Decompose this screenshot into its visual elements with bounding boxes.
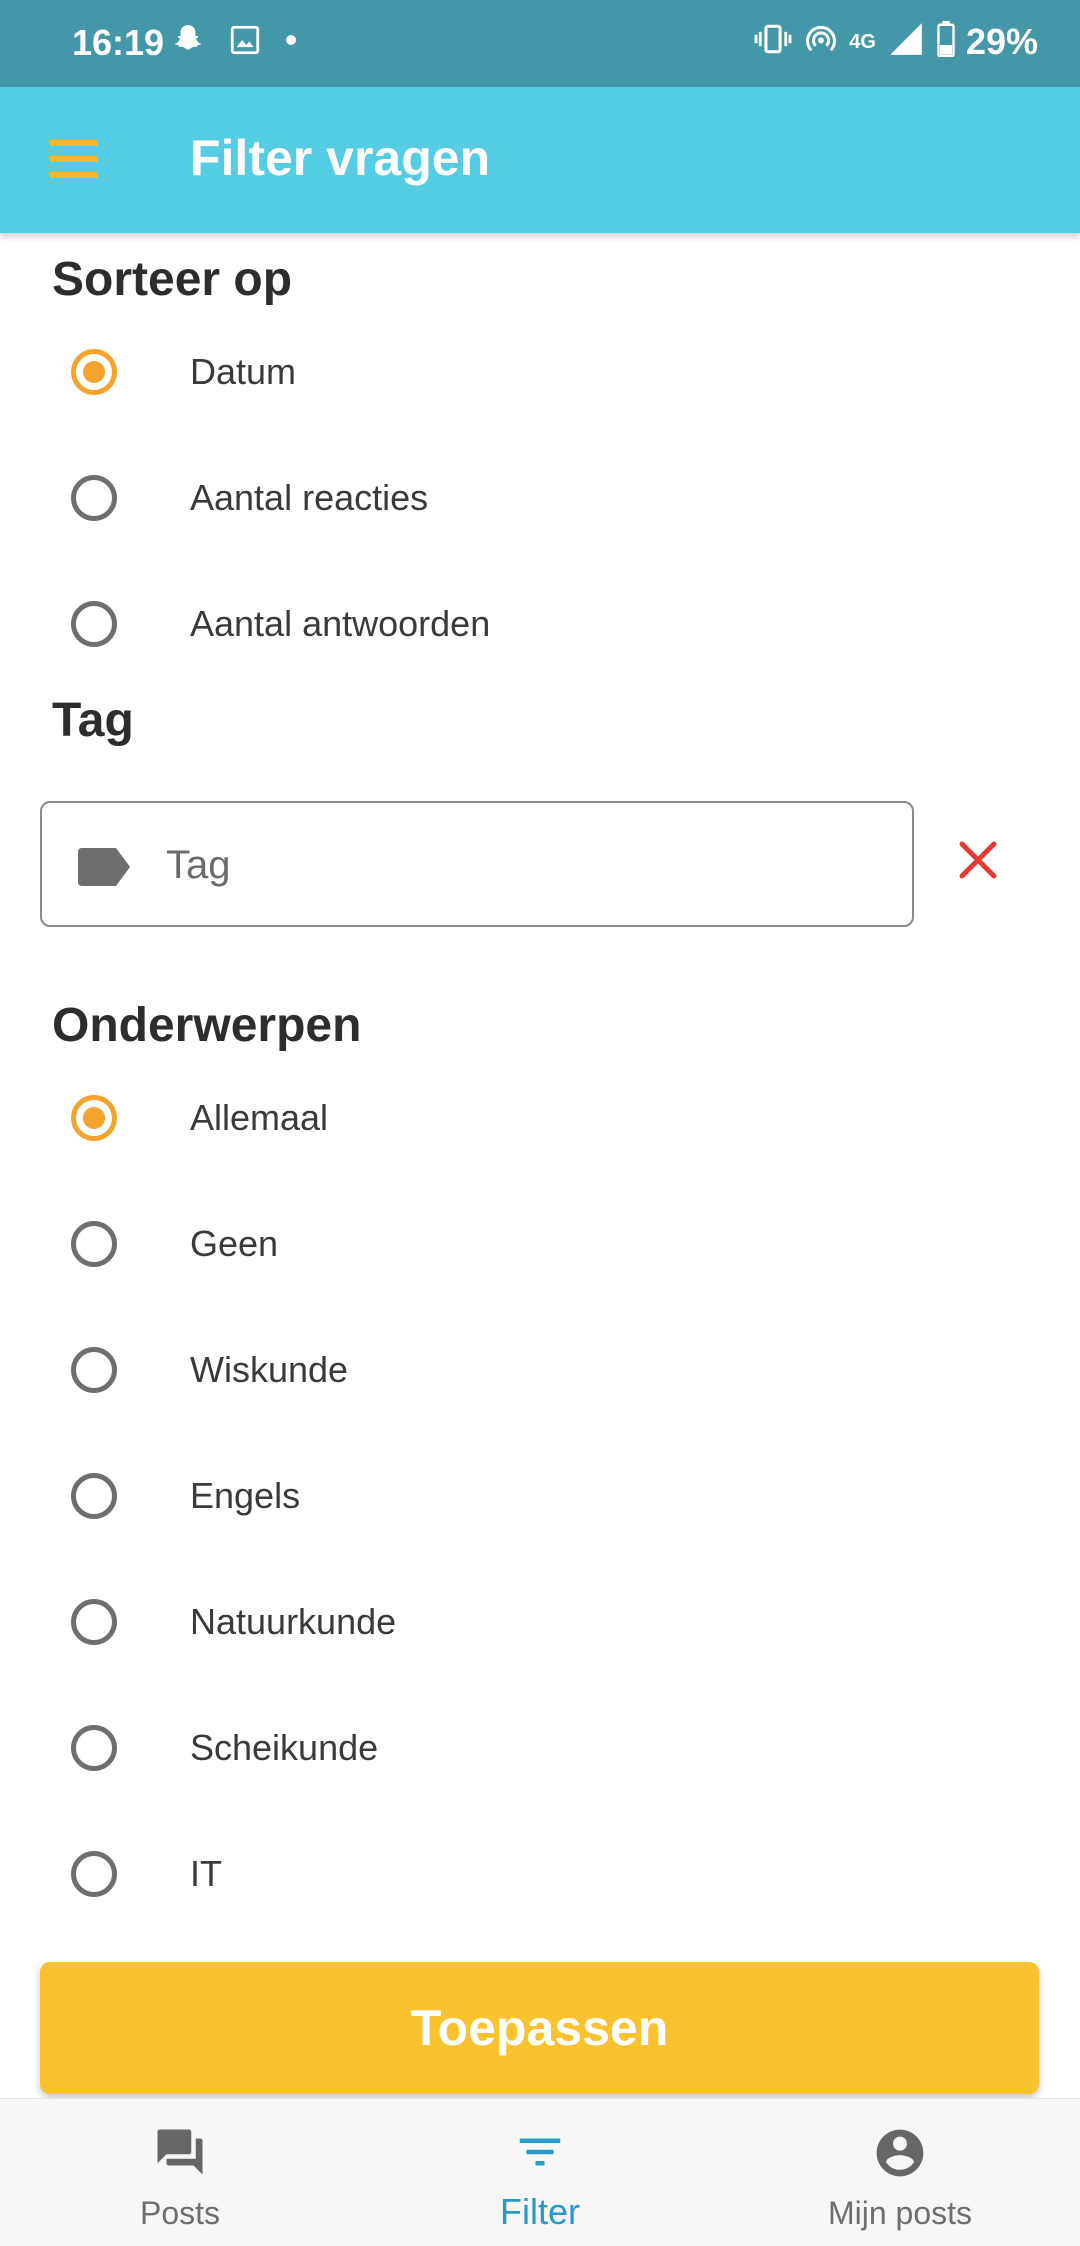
page-title: Filter vragen <box>190 130 491 186</box>
vibrate-icon <box>753 22 793 61</box>
subjects-section-title: Onderwerpen <box>52 999 362 1052</box>
sort-option-datum[interactable]: Datum <box>0 312 1080 432</box>
subject-option-it[interactable]: IT <box>0 1814 1080 1934</box>
system-status: 4G 29% <box>753 20 1038 63</box>
tag-input[interactable] <box>166 833 886 897</box>
nav-label-filter: Filter <box>500 2191 580 2232</box>
nav-item-posts[interactable]: Posts <box>0 2099 360 2246</box>
subject-option-scheikunde[interactable]: Scheikunde <box>0 1688 1080 1808</box>
image-icon <box>228 23 262 62</box>
sort-option-aantal-antwoorden[interactable]: Aantal antwoorden <box>0 564 1080 684</box>
radio-label: Wiskunde <box>190 1349 349 1390</box>
subject-option-natuurkunde[interactable]: Natuurkunde <box>0 1562 1080 1682</box>
clear-tag-button[interactable] <box>948 832 1008 892</box>
radio-button-checked[interactable] <box>71 1095 117 1141</box>
tag-section-title: Tag <box>52 694 134 747</box>
label-tag-icon <box>78 848 130 891</box>
radio-button[interactable] <box>71 475 117 521</box>
apply-button-label: Toepassen <box>410 2000 669 2056</box>
radio-button-checked[interactable] <box>71 349 117 395</box>
radio-button[interactable] <box>71 601 117 647</box>
radio-button[interactable] <box>71 1473 117 1519</box>
radio-label: IT <box>190 1853 222 1894</box>
app-bar: Filter vragen <box>0 87 1080 233</box>
subject-option-wiskunde[interactable]: Wiskunde <box>0 1310 1080 1430</box>
radio-button[interactable] <box>71 1221 117 1267</box>
battery-percentage: 29% <box>965 20 1038 62</box>
account-icon <box>872 2125 928 2186</box>
nav-label-posts: Posts <box>139 2195 221 2231</box>
radio-label: Allemaal <box>190 1097 329 1138</box>
notification-icons <box>170 22 298 63</box>
sort-option-aantal-reacties[interactable]: Aantal reacties <box>0 438 1080 558</box>
radio-label: Geen <box>190 1223 279 1264</box>
dot-icon <box>284 33 298 52</box>
hotspot-icon <box>803 21 839 62</box>
bottom-navigation: Posts Filter Mijn posts <box>0 2098 1080 2246</box>
nav-item-filter[interactable]: Filter <box>360 2099 720 2246</box>
sort-section-title: Sorteer op <box>52 253 293 306</box>
subject-option-geen[interactable]: Geen <box>0 1184 1080 1304</box>
radio-label: Datum <box>190 351 297 392</box>
nav-item-mijn-posts[interactable]: Mijn posts <box>720 2099 1080 2246</box>
snapchat-icon <box>170 22 206 63</box>
radio-label: Natuurkunde <box>190 1601 397 1642</box>
subject-option-engels[interactable]: Engels <box>0 1436 1080 1556</box>
tag-field[interactable] <box>40 801 914 927</box>
apply-button[interactable]: Toepassen <box>40 1962 1039 2094</box>
nav-label-mijn-posts: Mijn posts <box>827 2195 973 2231</box>
signal-icon <box>886 20 926 63</box>
status-time: 16:19 <box>72 22 165 63</box>
radio-button[interactable] <box>71 1851 117 1897</box>
network-type: 4G <box>849 30 876 53</box>
chat-bubbles-icon <box>151 2125 209 2184</box>
radio-label: Aantal reacties <box>190 477 429 518</box>
radio-label: Aantal antwoorden <box>190 603 491 644</box>
status-bar: 16:19 4G 29% <box>0 0 1080 87</box>
radio-label: Scheikunde <box>190 1727 379 1768</box>
battery-icon <box>936 21 956 62</box>
radio-button[interactable] <box>71 1599 117 1645</box>
radio-label: Engels <box>190 1475 301 1516</box>
hamburger-menu-icon[interactable] <box>50 140 98 178</box>
radio-button[interactable] <box>71 1725 117 1771</box>
filter-icon <box>513 2125 567 2184</box>
close-icon <box>958 840 998 885</box>
radio-button[interactable] <box>71 1347 117 1393</box>
subject-option-allemaal[interactable]: Allemaal <box>0 1058 1080 1178</box>
